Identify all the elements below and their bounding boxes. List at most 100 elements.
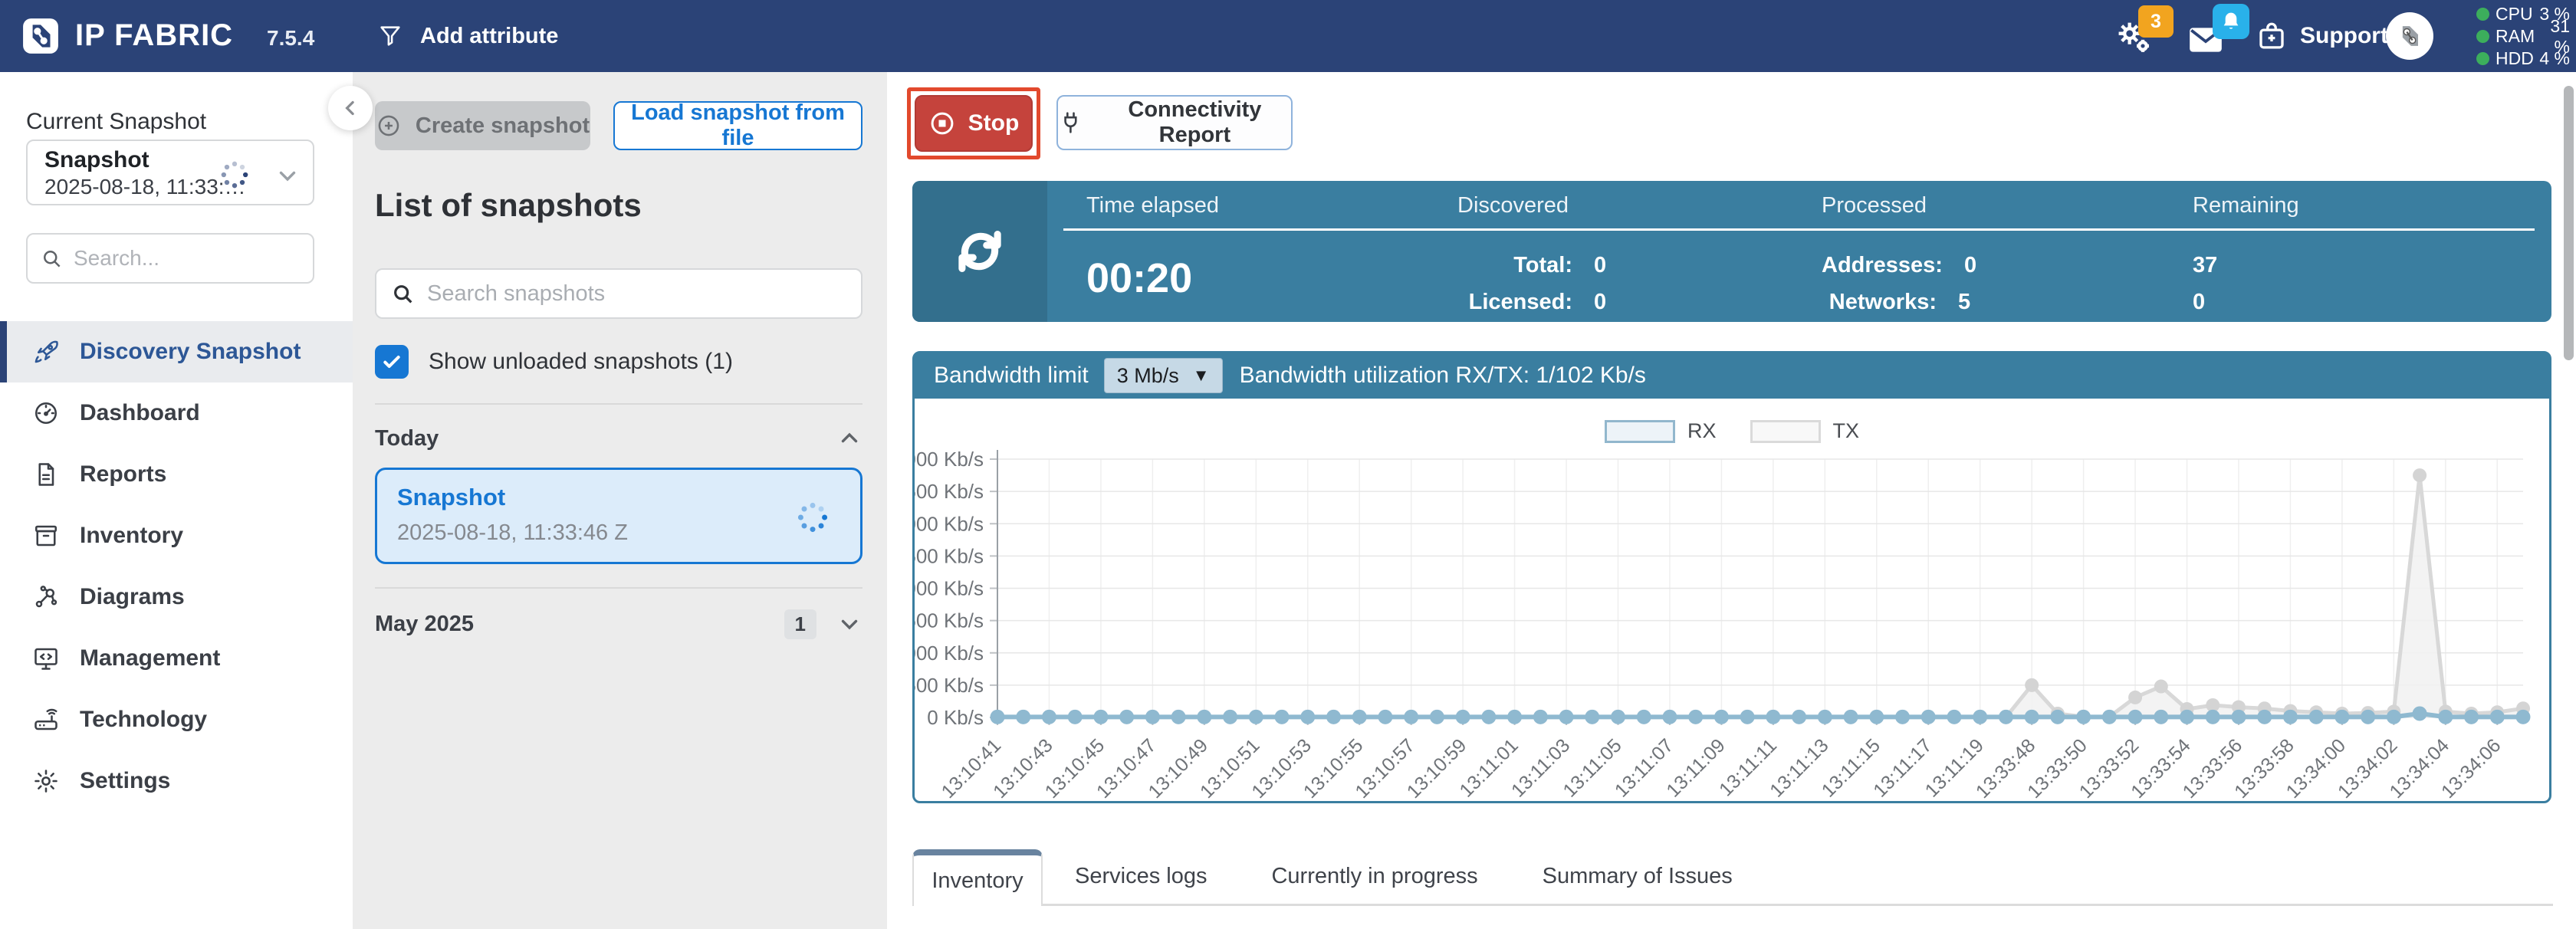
- stop-button[interactable]: Stop: [915, 95, 1033, 152]
- snapshot-item-date: 2025-08-18, 11:33:46 Z: [397, 520, 628, 546]
- vertical-scrollbar-thumb[interactable]: [2564, 86, 2574, 360]
- support-button[interactable]: Support: [2256, 15, 2388, 57]
- settings-badge: 3: [2138, 5, 2174, 38]
- chevron-up-icon[interactable]: [836, 425, 863, 451]
- gauge-icon: [32, 399, 60, 427]
- plug-icon: [1058, 109, 1083, 136]
- sidebar-item-dashboard[interactable]: Dashboard: [0, 382, 353, 444]
- snapshot-group-today[interactable]: Today: [375, 419, 863, 458]
- show-unloaded-label: Show unloaded snapshots (1): [429, 349, 733, 375]
- time-elapsed-value: 00:20: [1086, 254, 1192, 302]
- svg-text:2,500 Kb/s: 2,500 Kb/s: [915, 544, 984, 567]
- gear-icon: [32, 767, 60, 795]
- topbar: IP FABRIC 7.5.4 Add attribute 3 Support: [0, 0, 2576, 72]
- tab-inventory[interactable]: Inventory: [912, 849, 1043, 906]
- processed-values: Addresses:0Networks:5: [1822, 247, 1976, 320]
- system-stats: CPU 3 % RAM 31 % HDD 4 %: [2476, 3, 2570, 70]
- svg-text:4,000 Kb/s: 4,000 Kb/s: [915, 448, 984, 471]
- snapshot-list-panel: Create snapshot Load snapshot from file …: [353, 72, 887, 929]
- sidebar-item-technology[interactable]: Technology: [0, 689, 353, 750]
- loading-spinner-icon: [219, 159, 250, 194]
- snapshot-search-input[interactable]: [427, 281, 847, 307]
- funnel-icon: [377, 23, 403, 49]
- notification-bell-icon: [2213, 4, 2249, 39]
- tab-currently-in-progress[interactable]: Currently in progress: [1239, 849, 1510, 904]
- sidebar-item-settings[interactable]: Settings: [0, 750, 353, 812]
- bandwidth-chart: 0 Kb/s500 Kb/s1,000 Kb/s1,500 Kb/s2,000 …: [915, 398, 2549, 804]
- create-snapshot-button[interactable]: Create snapshot: [375, 101, 590, 150]
- bandwidth-panel: Bandwidth limit 3 Mb/s ▼ Bandwidth utili…: [912, 351, 2551, 803]
- chevron-down-icon: [274, 162, 301, 192]
- svg-text:500 Kb/s: 500 Kb/s: [915, 674, 984, 697]
- processed-header: Processed: [1822, 193, 1927, 218]
- bandwidth-limit-label: Bandwidth limit: [934, 363, 1089, 389]
- bandwidth-utilization-text: Bandwidth utilization RX/TX: 1/102 Kb/s: [1240, 363, 1646, 389]
- current-snapshot-label: Current Snapshot: [26, 109, 206, 135]
- loading-spinner-icon: [796, 501, 830, 538]
- app-version: 7.5.4: [267, 26, 314, 51]
- current-snapshot-date: 2025-08-18, 11:33:…: [44, 175, 246, 199]
- add-attribute-button[interactable]: Add attribute: [377, 15, 558, 57]
- snapshot-search: [375, 268, 863, 319]
- discovered-values: Total:0Licensed:0: [1457, 247, 1606, 320]
- svg-text:3,500 Kb/s: 3,500 Kb/s: [915, 480, 984, 503]
- sidebar-item-diagrams[interactable]: Diagrams: [0, 566, 353, 628]
- stop-icon: [928, 110, 956, 137]
- archive-icon: [32, 522, 60, 550]
- chevron-down-icon[interactable]: [836, 611, 863, 637]
- ip-fabric-logo-icon: [21, 17, 60, 55]
- rocket-icon: [32, 338, 60, 366]
- svg-text:1,000 Kb/s: 1,000 Kb/s: [915, 642, 984, 665]
- progress-divider: [1063, 228, 2535, 231]
- group-count-badge: 1: [784, 609, 816, 639]
- snapshot-group-may-2025[interactable]: May 2025 1: [375, 602, 863, 645]
- sidebar-item-discovery-snapshot[interactable]: Discovery Snapshot: [0, 321, 353, 382]
- sidebar-search-input[interactable]: [74, 246, 301, 271]
- show-unloaded-toggle[interactable]: Show unloaded snapshots (1): [375, 345, 733, 379]
- network-icon: [32, 583, 60, 611]
- status-dot-icon: [2476, 8, 2489, 21]
- snapshot-item-title: Snapshot: [397, 484, 505, 511]
- bandwidth-limit-select[interactable]: 3 Mb/s ▼: [1104, 358, 1223, 393]
- plus-circle-icon: [376, 113, 402, 139]
- divider: [375, 403, 863, 405]
- sync-icon: [912, 181, 1047, 322]
- tab-summary-of-issues[interactable]: Summary of Issues: [1510, 849, 1765, 904]
- sidebar-item-reports[interactable]: Reports: [0, 444, 353, 505]
- highlight-annotation: Stop: [907, 87, 1040, 159]
- snapshot-list-item[interactable]: Snapshot 2025-08-18, 11:33:46 Z: [375, 468, 863, 564]
- sidebar-menu: Discovery Snapshot Dashboard Reports Inv…: [0, 321, 353, 812]
- sidebar-search: [26, 233, 314, 284]
- current-snapshot-dropdown[interactable]: Snapshot 2025-08-18, 11:33:…: [26, 140, 314, 205]
- remaining-values: 370: [2193, 247, 2217, 320]
- svg-text:0 Kb/s: 0 Kb/s: [927, 706, 984, 729]
- svg-text:1,500 Kb/s: 1,500 Kb/s: [915, 609, 984, 632]
- user-avatar[interactable]: [2386, 12, 2433, 60]
- panel-title: List of snapshots: [375, 187, 642, 224]
- tab-services-logs[interactable]: Services logs: [1043, 849, 1239, 904]
- discovered-header: Discovered: [1457, 193, 1569, 218]
- monitor-icon: [32, 645, 60, 672]
- remaining-header: Remaining: [2193, 193, 2299, 218]
- sidebar-item-management[interactable]: Management: [0, 628, 353, 689]
- sidebar: Current Snapshot Snapshot 2025-08-18, 11…: [0, 72, 353, 929]
- status-dot-icon: [2476, 30, 2489, 43]
- divider: [375, 587, 863, 589]
- sidebar-collapse-button[interactable]: [328, 86, 373, 130]
- bottom-tabs: InventoryServices logsCurrently in progr…: [912, 849, 2553, 906]
- discovery-progress-panel: Time elapsed 00:20 DiscoveredTotal:0Lice…: [912, 181, 2551, 322]
- stat-row-ram: RAM 31 %: [2476, 25, 2570, 48]
- main-content: Stop Connectivity Report Time elapsed 00…: [887, 72, 2576, 929]
- bandwidth-header: Bandwidth limit 3 Mb/s ▼ Bandwidth utili…: [914, 353, 2550, 399]
- checkbox-checked-icon: [375, 345, 409, 379]
- stat-row-hdd: HDD 4 %: [2476, 48, 2570, 70]
- search-icon: [40, 247, 63, 270]
- load-snapshot-button[interactable]: Load snapshot from file: [613, 101, 863, 150]
- ip-fabric-app: IP FABRIC 7.5.4 Add attribute 3 Support: [0, 0, 2576, 929]
- connectivity-report-button[interactable]: Connectivity Report: [1056, 95, 1293, 150]
- current-snapshot-name: Snapshot: [44, 147, 150, 173]
- status-dot-icon: [2476, 52, 2489, 65]
- sidebar-item-inventory[interactable]: Inventory: [0, 505, 353, 566]
- brand-title: IP FABRIC: [75, 18, 233, 53]
- select-caret-icon: ▼: [1193, 366, 1210, 386]
